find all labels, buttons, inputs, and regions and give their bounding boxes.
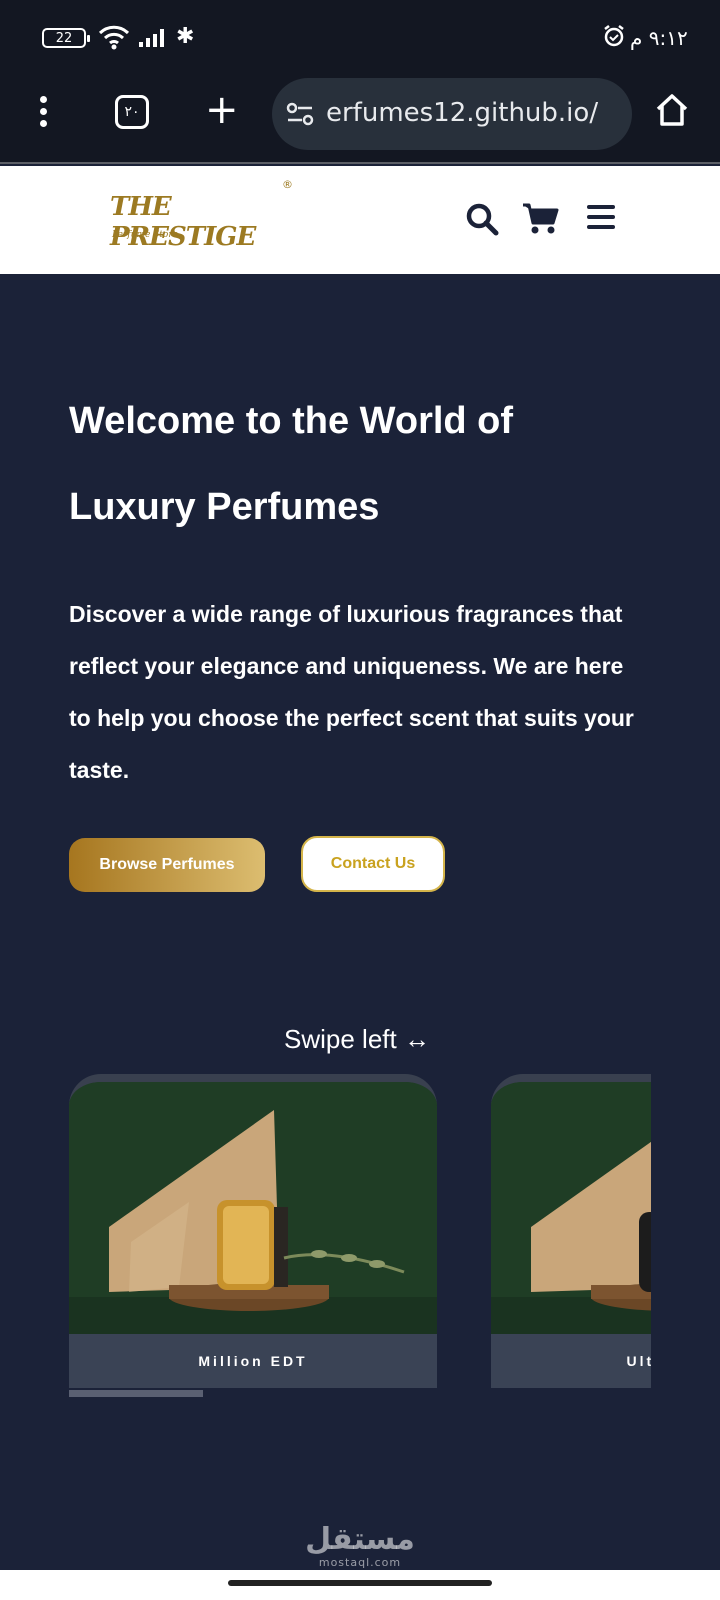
product-card[interactable]: Ultra Male xyxy=(491,1074,651,1388)
browser-toolbar: ٢٠ + erfumes12.github.io/ xyxy=(0,72,720,164)
product-name: Ultra Male xyxy=(491,1334,651,1388)
battery-icon: 22 xyxy=(42,28,90,48)
hero-title: Welcome to the World of Luxury Perfumes xyxy=(69,378,669,550)
hero-title-line2: Luxury Perfumes xyxy=(69,486,380,528)
mostaql-watermark: مستقل mostaql.com xyxy=(300,1522,420,1570)
home-icon[interactable] xyxy=(654,92,690,128)
site-settings-icon[interactable] xyxy=(286,102,314,126)
tab-switcher-button[interactable]: ٢٠ xyxy=(115,95,149,129)
hero-description: Discover a wide range of luxurious fragr… xyxy=(69,601,634,783)
logo-tagline: Perfume Store xyxy=(112,230,178,240)
more-menu-icon[interactable] xyxy=(36,96,50,132)
product-carousel[interactable]: Million EDT Ultra Male xyxy=(69,1074,651,1394)
search-icon[interactable] xyxy=(465,202,499,236)
swipe-hint: Swipe left ↔ xyxy=(284,1024,430,1054)
watermark-main: مستقل xyxy=(305,1522,415,1557)
gesture-handle[interactable] xyxy=(228,1580,492,1586)
hero-title-line1: Welcome to the World of xyxy=(69,400,514,442)
watermark-sub: mostaql.com xyxy=(318,1556,402,1569)
clock: ٩:١٢ م xyxy=(630,26,688,50)
browse-perfumes-button[interactable]: Browse Perfumes xyxy=(69,838,265,892)
address-bar[interactable]: erfumes12.github.io/ xyxy=(272,78,632,150)
bluetooth-icon: ✱ xyxy=(176,24,195,49)
wifi-icon xyxy=(98,25,130,50)
scrollbar-thumb[interactable] xyxy=(69,1390,203,1397)
site-logo[interactable]: THE PRESTIGE Perfume Store ® xyxy=(106,178,296,258)
battery-level: 22 xyxy=(55,30,73,46)
tab-count: ٢٠ xyxy=(124,104,140,120)
status-bar: 22 ✱ ٩:١٢ م xyxy=(0,0,720,72)
cart-icon[interactable] xyxy=(522,202,560,236)
hamburger-menu-icon[interactable] xyxy=(586,202,616,232)
alarm-icon xyxy=(604,25,624,47)
product-image xyxy=(69,1074,437,1334)
product-name: Million EDT xyxy=(69,1334,437,1388)
logo-text: THE PRESTIGE xyxy=(110,192,256,252)
product-card[interactable]: Million EDT xyxy=(69,1074,437,1388)
logo-registered-mark: ® xyxy=(282,178,293,191)
site-header: THE PRESTIGE Perfume Store ® xyxy=(0,166,720,274)
url-text: erfumes12.github.io/ xyxy=(326,98,599,128)
carousel-scrollbar[interactable] xyxy=(69,1390,651,1397)
product-image xyxy=(491,1074,651,1334)
signal-icon xyxy=(139,29,164,47)
new-tab-icon[interactable]: + xyxy=(205,90,239,130)
contact-us-button[interactable]: Contact Us xyxy=(301,836,445,892)
